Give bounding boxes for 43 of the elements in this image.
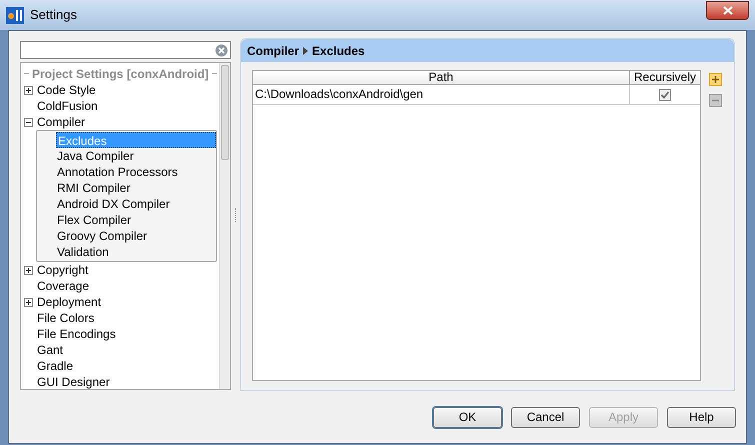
tree-item[interactable]: Flex Compiler [56,212,216,228]
tree-item[interactable]: File Encodings [36,325,117,343]
expand-icon[interactable] [24,266,33,274]
tree-item[interactable]: Deployment [36,293,102,311]
column-header[interactable]: Path [253,71,630,84]
tree-item[interactable]: Annotation Processors [56,164,216,180]
tree-item[interactable]: Groovy Compiler [56,228,216,244]
close-button[interactable] [706,0,749,20]
clear-icon[interactable] [215,44,228,56]
tree-item[interactable]: GUI Designer [36,373,111,389]
tree-item[interactable]: Gradle [36,357,74,375]
expand-icon[interactable] [24,298,33,306]
tree-heading: Project Settings [conxAndroid] [32,66,209,82]
add-icon[interactable] [708,73,722,86]
breadcrumb-item: Excludes [312,42,365,60]
tree-item[interactable]: Compiler [36,113,86,131]
tree-item[interactable]: RMI Compiler [56,180,216,196]
breadcrumb-item: Compiler [247,42,300,60]
tree-item[interactable]: Coverage [36,277,90,295]
tree-item[interactable]: Gant [36,341,64,359]
tree-item[interactable]: Code Style [36,81,97,99]
app-logo-icon [6,6,24,24]
tree-item[interactable]: Copyright [36,261,90,279]
splitter-handle[interactable] [234,208,236,222]
dialog-button[interactable]: Cancel [511,406,580,428]
table-cell: C:\Downloads\conxAndroid\gen [253,85,630,104]
tree-item[interactable]: Validation [56,244,216,260]
scrollbar[interactable] [219,63,230,389]
close-icon [722,6,732,14]
scrollbar-thumb[interactable] [221,65,229,160]
tree-item[interactable]: Android DX Compiler [56,196,216,212]
window-title: Settings [30,6,77,24]
tree-item[interactable]: ColdFusion [36,97,99,115]
expand-icon[interactable] [24,86,33,94]
checkbox[interactable] [659,88,671,100]
search-field[interactable] [20,41,231,59]
tree-item[interactable]: Java Compiler [56,148,216,164]
dialog-button[interactable]: OK [433,406,502,428]
tree-item[interactable]: File Colors [36,309,96,327]
dialog-button[interactable]: Help [667,406,736,428]
column-header[interactable]: Recursively [630,71,700,84]
collapse-icon[interactable] [24,118,33,126]
chevron-icon [303,46,308,54]
